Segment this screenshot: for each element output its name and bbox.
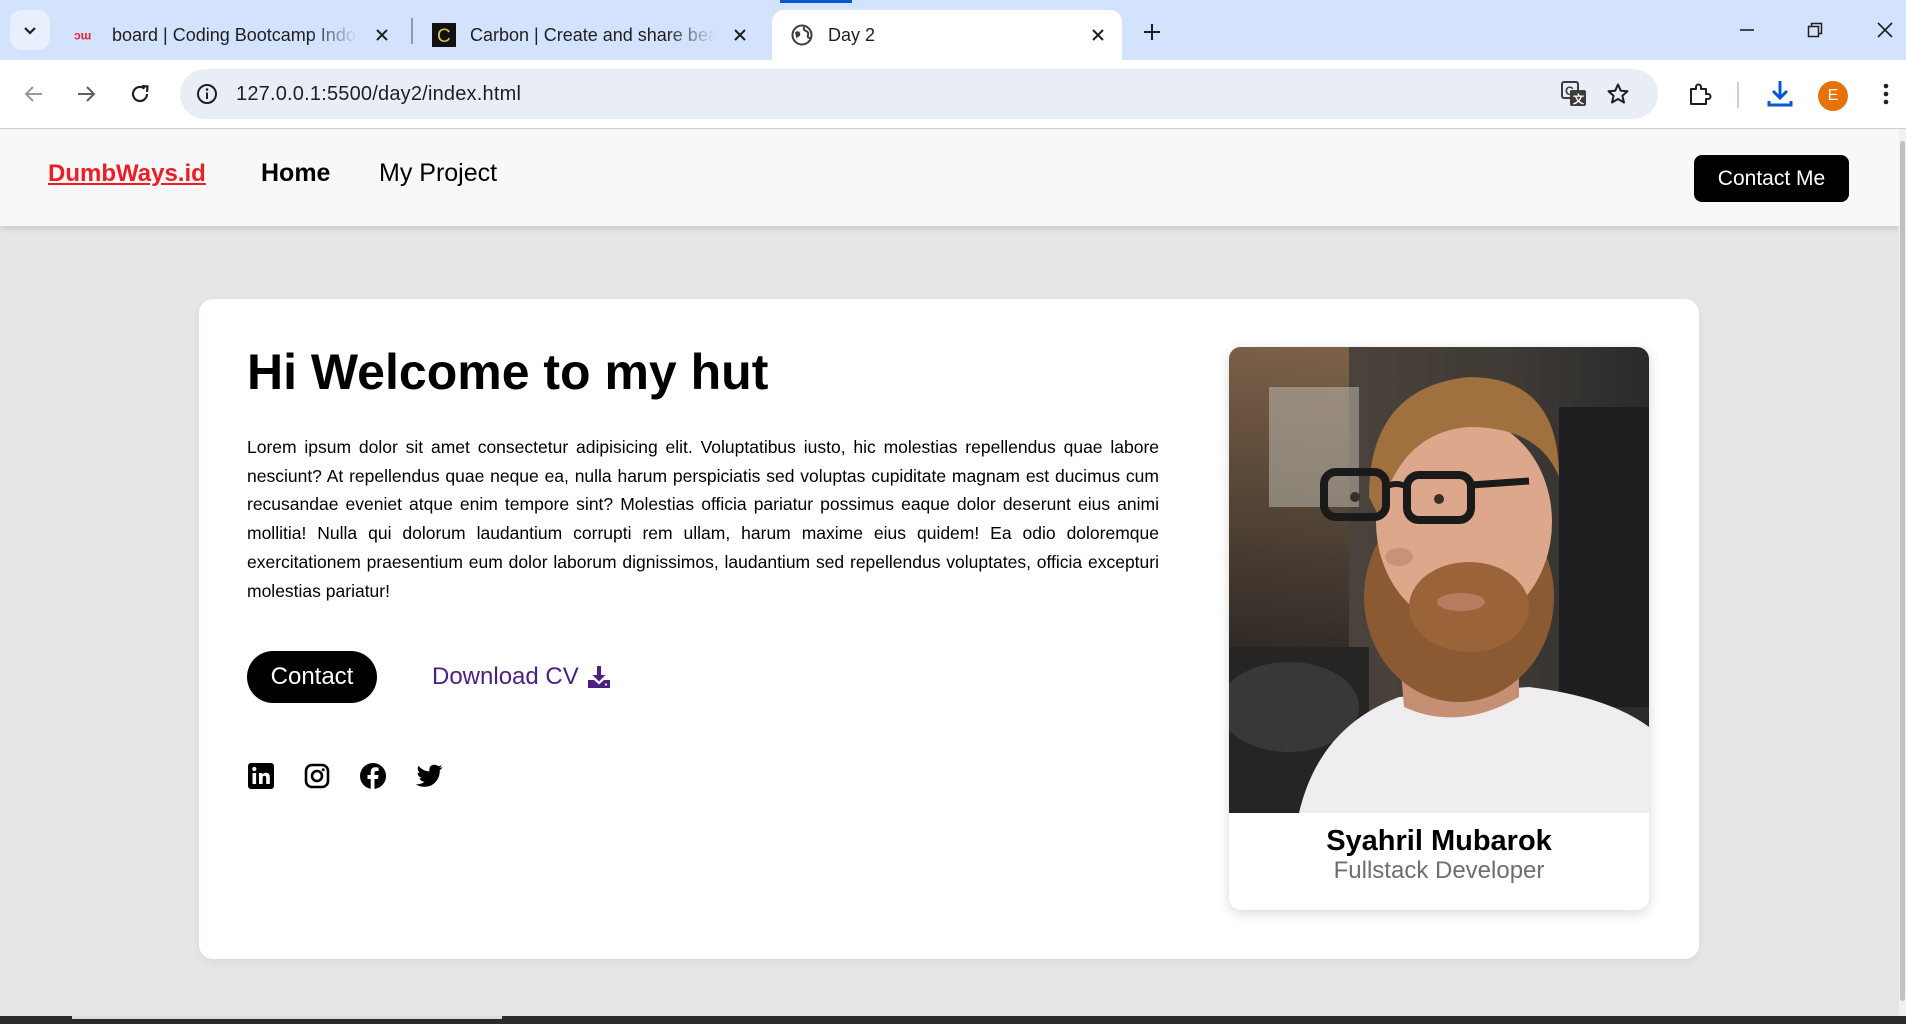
profile-role: Fullstack Developer (1333, 857, 1545, 884)
back-button[interactable] (12, 72, 56, 116)
globe-icon (790, 23, 814, 47)
arrow-left-icon (24, 86, 42, 102)
close-icon[interactable] (368, 21, 396, 49)
download-cv-label: Download CV (432, 663, 579, 690)
address-bar[interactable]: 127.0.0.1:5500/day2/index.html G文 (180, 69, 1658, 119)
close-window-button[interactable] (1858, 8, 1906, 52)
restore-icon (1807, 22, 1823, 38)
site-info-icon[interactable] (194, 81, 220, 107)
taskbar-edge (0, 1016, 1906, 1024)
svg-text:ɔɯ: ɔɯ (74, 29, 91, 42)
instagram-icon[interactable] (303, 762, 331, 790)
profile-avatar[interactable]: E (1818, 81, 1848, 111)
svg-text:C: C (437, 26, 451, 47)
restore-button[interactable] (1788, 8, 1842, 52)
twitter-icon[interactable] (415, 762, 443, 790)
svg-text:文: 文 (1573, 92, 1585, 106)
carbon-favicon: C (432, 23, 456, 47)
close-icon[interactable] (726, 21, 754, 49)
url-text[interactable]: 127.0.0.1:5500/day2/index.html (236, 83, 521, 106)
arrow-right-icon (78, 86, 96, 102)
minimize-button[interactable] (1720, 8, 1774, 52)
brand-logo-link[interactable]: DumbWays.id (48, 160, 206, 188)
new-tab-button[interactable] (1134, 14, 1170, 50)
close-icon[interactable] (1084, 21, 1112, 49)
profile-card: Syahril Mubarok Fullstack Developer (1229, 347, 1649, 910)
bookmark-star-icon[interactable] (1604, 80, 1632, 108)
tab-separator (411, 18, 413, 44)
tab-accent-bar (780, 0, 852, 3)
hero-paragraph: Lorem ipsum dolor sit amet consectetur a… (247, 437, 1159, 601)
forward-button[interactable] (64, 72, 108, 116)
close-icon (1877, 22, 1893, 38)
profile-photo (1229, 347, 1649, 813)
facebook-icon[interactable] (359, 762, 387, 790)
toolbar-divider (1737, 82, 1739, 108)
nav-link-home[interactable]: Home (261, 159, 330, 188)
download-icon (587, 665, 611, 689)
browser-tab-strip: ɔɯ board | Coding Bootcamp Indonesia C C… (0, 0, 1906, 60)
tab-search-button[interactable] (10, 10, 50, 50)
site-navbar: DumbWays.id Home My Project Contact Me (0, 129, 1899, 226)
minimize-icon (1740, 29, 1754, 31)
tab-title: Day 2 (828, 24, 876, 45)
reload-button[interactable] (118, 72, 162, 116)
linkedin-icon[interactable] (247, 762, 275, 790)
downloads-icon[interactable] (1762, 76, 1798, 112)
social-links (247, 762, 471, 790)
nav-link-my-project[interactable]: My Project (379, 159, 497, 188)
tab-title: board | Coding Bootcamp Indonesia (112, 24, 358, 45)
plus-icon (1144, 24, 1160, 40)
profile-name: Syahril Mubarok (1326, 825, 1552, 857)
chevron-down-icon (24, 27, 36, 35)
extensions-icon[interactable] (1682, 76, 1718, 112)
browser-toolbar: 127.0.0.1:5500/day2/index.html G文 E (0, 60, 1906, 129)
contact-me-button[interactable]: Contact Me (1694, 155, 1849, 202)
taskbar-highlight (72, 1016, 502, 1019)
translate-icon[interactable]: G文 (1560, 80, 1588, 108)
dumbways-favicon: ɔɯ (74, 23, 98, 47)
browser-tab-carbon[interactable]: C Carbon | Create and share beautiful im… (414, 10, 764, 60)
reload-icon (131, 84, 149, 103)
menu-kebab-icon[interactable] (1868, 76, 1904, 112)
hero-headline: Hi Welcome to my hut (247, 344, 769, 400)
page-scrollbar[interactable] (1899, 129, 1906, 1024)
contact-button[interactable]: Contact (247, 651, 377, 703)
browser-tab-day2[interactable]: Day 2 (772, 10, 1122, 60)
download-cv-link[interactable]: Download CV (432, 663, 611, 691)
tab-title: Carbon | Create and share beautiful imag… (470, 24, 716, 45)
scrollbar-thumb[interactable] (1900, 141, 1905, 1001)
hero-card: Hi Welcome to my hut Lorem ipsum dolor s… (199, 299, 1699, 959)
browser-tab-dumbways[interactable]: ɔɯ board | Coding Bootcamp Indonesia (56, 10, 406, 60)
